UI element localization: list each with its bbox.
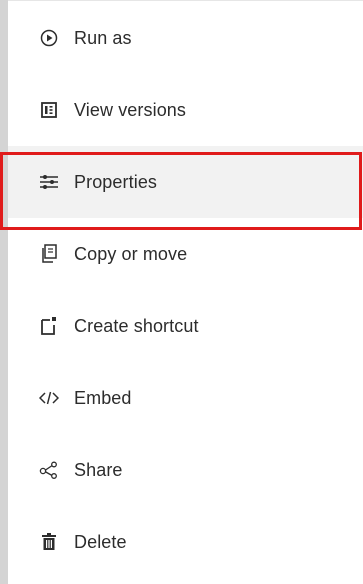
- versions-icon: [38, 99, 60, 121]
- sliders-icon: [38, 171, 60, 193]
- copy-icon: [38, 243, 60, 265]
- menu-item-run-as[interactable]: Run as: [8, 2, 363, 74]
- menu-item-embed[interactable]: Embed: [8, 362, 363, 434]
- code-icon: [38, 387, 60, 409]
- menu-item-label: Share: [74, 459, 123, 480]
- context-menu: Run as View versions Properties Copy or …: [8, 2, 363, 578]
- menu-item-label: Embed: [74, 387, 132, 408]
- trash-icon: [38, 531, 60, 553]
- menu-item-properties[interactable]: Properties: [8, 146, 363, 218]
- menu-item-label: Create shortcut: [74, 315, 199, 336]
- menu-item-label: Properties: [74, 171, 158, 192]
- menu-item-view-versions[interactable]: View versions: [8, 74, 363, 146]
- menu-item-label: Run as: [74, 27, 132, 48]
- share-icon: [38, 459, 60, 481]
- menu-item-label: View versions: [74, 99, 187, 120]
- menu-item-label: Delete: [74, 531, 127, 552]
- context-menu-screen: Run as View versions Properties Copy or …: [0, 0, 363, 584]
- shortcut-icon: [38, 315, 60, 337]
- menu-item-create-shortcut[interactable]: Create shortcut: [8, 290, 363, 362]
- menu-item-share[interactable]: Share: [8, 434, 363, 506]
- menu-top-divider: [8, 0, 363, 1]
- menu-item-delete[interactable]: Delete: [8, 506, 363, 578]
- panel-left-border: [0, 0, 8, 584]
- play-circle-icon: [38, 27, 60, 49]
- menu-item-label: Copy or move: [74, 243, 188, 264]
- menu-item-copy-or-move[interactable]: Copy or move: [8, 218, 363, 290]
